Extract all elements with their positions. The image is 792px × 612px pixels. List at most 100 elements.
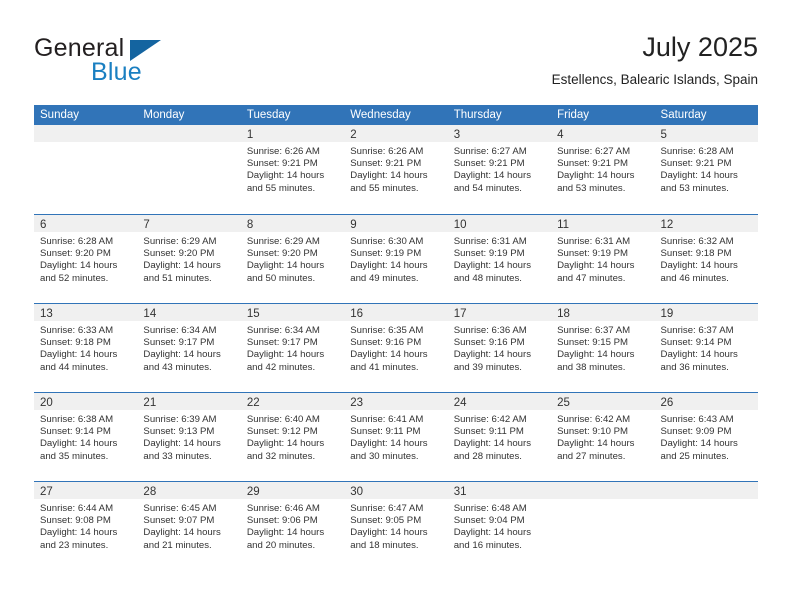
day-cell[interactable]: 3 Sunrise: 6:27 AM Sunset: 9:21 PM Daylight… (447, 125, 552, 214)
day-cell[interactable]: 18 Sunrise: 6:37 AM Sunset: 9:15 PM Dayligh… (551, 304, 655, 392)
daylight-text-line1: Daylight: 14 hours (143, 260, 221, 272)
day-number-band: 24 (447, 393, 552, 410)
sunrise-text: Sunrise: 6:43 AM (660, 414, 734, 425)
sunset-text: Sunset: 9:19 PM (557, 248, 629, 260)
day-number: 27 (40, 486, 53, 498)
day-cell[interactable]: 17 Sunrise: 6:36 AM Sunset: 9:16 PM Dayligh… (447, 304, 552, 392)
day-cell[interactable]: 26 Sunrise: 6:43 AM Sunset: 9:09 PM Dayligh… (654, 393, 758, 481)
sunset-text: Sunset: 9:20 PM (143, 248, 215, 260)
daylight-text-line2: and 42 minutes. (246, 361, 316, 373)
day-number-band: 16 (344, 304, 448, 321)
week-row: 13 Sunrise: 6:33 AM Sunset: 9:18 PM Dayligh… (34, 303, 758, 392)
day-cell[interactable]: 30 Sunrise: 6:47 AM Sunset: 9:05 PM Dayligh… (344, 482, 448, 570)
weekday-header-sunday: Sunday (40, 109, 80, 121)
day-details: Sunrise: 6:42 AM Sunset: 9:11 PM Daylight:… (448, 410, 551, 463)
day-cell[interactable]: 29 Sunrise: 6:46 AM Sunset: 9:06 PM Dayligh… (240, 482, 345, 570)
day-cell[interactable]: 20 Sunrise: 6:38 AM Sunset: 9:14 PM Dayligh… (34, 393, 138, 481)
day-number-band: 8 (240, 215, 345, 232)
daylight-text-line1: Daylight: 14 hours (453, 260, 532, 272)
day-details: Sunrise: 6:42 AM Sunset: 9:10 PM Daylight:… (551, 410, 654, 463)
day-cell[interactable]: 1 Sunrise: 6:26 AM Sunset: 9:21 PM Daylight… (240, 125, 345, 214)
day-number: 11 (557, 219, 570, 231)
daylight-text-line1: Daylight: 14 hours (246, 438, 325, 450)
day-number-band: 25 (551, 393, 655, 410)
day-cell[interactable]: 23 Sunrise: 6:41 AM Sunset: 9:11 PM Dayligh… (344, 393, 448, 481)
day-cell[interactable]: 9 Sunrise: 6:30 AM Sunset: 9:19 PM Daylight… (344, 215, 448, 303)
sunrise-text: Sunrise: 6:26 AM (246, 146, 320, 157)
day-number-band: 1 (240, 125, 345, 142)
day-cell[interactable]: 8 Sunrise: 6:29 AM Sunset: 9:20 PM Daylight… (240, 215, 345, 303)
day-details: Sunrise: 6:37 AM Sunset: 9:14 PM Daylight:… (655, 321, 758, 374)
day-number-band: 20 (34, 393, 138, 410)
sunset-text: Sunset: 9:18 PM (660, 248, 732, 260)
day-details: Sunrise: 6:29 AM Sunset: 9:20 PM Daylight:… (137, 232, 240, 285)
day-number: 28 (143, 486, 157, 498)
day-details: Sunrise: 6:26 AM Sunset: 9:21 PM Daylight:… (241, 142, 344, 195)
daylight-text-line2: and 44 minutes. (40, 361, 109, 373)
day-details: Sunrise: 6:28 AM Sunset: 9:21 PM Daylight:… (655, 142, 758, 195)
day-cell[interactable]: 5 Sunrise: 6:28 AM Sunset: 9:21 PM Daylight… (654, 125, 758, 214)
day-cell[interactable]: 19 Sunrise: 6:37 AM Sunset: 9:14 PM Dayligh… (654, 304, 758, 392)
day-details: Sunrise: 6:34 AM Sunset: 9:17 PM Daylight:… (241, 321, 344, 374)
day-number-band: 15 (240, 304, 345, 321)
sunset-text: Sunset: 9:16 PM (453, 337, 525, 349)
day-number-band: 14 (137, 304, 241, 321)
day-cell[interactable]: 13 Sunrise: 6:33 AM Sunset: 9:18 PM Dayligh… (34, 304, 138, 392)
day-number: 17 (453, 308, 467, 320)
daylight-text-line1: Daylight: 14 hours (350, 438, 428, 450)
day-cell[interactable]: 10 Sunrise: 6:31 AM Sunset: 9:19 PM Dayligh… (447, 215, 552, 303)
sunrise-text: Sunrise: 6:30 AM (350, 236, 424, 247)
day-cell[interactable]: 28 Sunrise: 6:45 AM Sunset: 9:07 PM Dayligh… (137, 482, 241, 570)
day-cell[interactable]: 2 Sunrise: 6:26 AM Sunset: 9:21 PM Daylight… (344, 125, 448, 214)
day-cell[interactable]: 4 Sunrise: 6:27 AM Sunset: 9:21 PM Daylight… (551, 125, 655, 214)
sunrise-text: Sunrise: 6:27 AM (453, 146, 527, 157)
day-cell[interactable]: 7 Sunrise: 6:29 AM Sunset: 9:20 PM Daylight… (137, 215, 241, 303)
day-details: Sunrise: 6:33 AM Sunset: 9:18 PM Daylight:… (34, 321, 137, 374)
day-details: Sunrise: 6:39 AM Sunset: 9:13 PM Daylight:… (137, 410, 240, 463)
daylight-text-line1: Daylight: 14 hours (660, 438, 738, 450)
day-number: 5 (660, 129, 667, 141)
sunrise-text: Sunrise: 6:36 AM (453, 325, 527, 336)
day-cell[interactable]: 25 Sunrise: 6:42 AM Sunset: 9:10 PM Dayligh… (551, 393, 655, 481)
day-cell[interactable]: 6 Sunrise: 6:28 AM Sunset: 9:20 PM Daylight… (34, 215, 138, 303)
day-number: 7 (143, 219, 150, 231)
daylight-text-line1: Daylight: 14 hours (350, 527, 428, 539)
day-number-band (34, 125, 138, 142)
sunset-text: Sunset: 9:14 PM (660, 337, 732, 349)
day-details: Sunrise: 6:40 AM Sunset: 9:12 PM Daylight:… (241, 410, 344, 463)
day-details: Sunrise: 6:28 AM Sunset: 9:20 PM Daylight:… (34, 232, 137, 285)
day-cell[interactable]: 16 Sunrise: 6:35 AM Sunset: 9:16 PM Dayligh… (344, 304, 448, 392)
day-number: 23 (350, 397, 364, 409)
daylight-text-line1: Daylight: 14 hours (453, 438, 532, 450)
day-number: 21 (143, 397, 157, 409)
daylight-text-line1: Daylight: 14 hours (40, 438, 118, 450)
day-cell[interactable]: 21 Sunrise: 6:39 AM Sunset: 9:13 PM Dayligh… (137, 393, 241, 481)
daylight-text-line1: Daylight: 14 hours (557, 349, 635, 361)
day-cell[interactable]: 11 Sunrise: 6:31 AM Sunset: 9:19 PM Dayligh… (551, 215, 655, 303)
sunset-text: Sunset: 9:05 PM (350, 515, 422, 527)
daylight-text-line1: Daylight: 14 hours (453, 527, 532, 539)
sunset-text: Sunset: 9:11 PM (453, 426, 524, 438)
day-cell[interactable]: 27 Sunrise: 6:44 AM Sunset: 9:08 PM Dayligh… (34, 482, 138, 570)
day-details: Sunrise: 6:36 AM Sunset: 9:16 PM Daylight:… (448, 321, 551, 374)
day-cell[interactable]: 12 Sunrise: 6:32 AM Sunset: 9:18 PM Dayligh… (654, 215, 758, 303)
weekday-header-tuesday: Tuesday (246, 109, 291, 121)
day-cell[interactable]: 24 Sunrise: 6:42 AM Sunset: 9:11 PM Dayligh… (447, 393, 552, 481)
day-number: 3 (453, 129, 461, 141)
day-cell[interactable]: 31 Sunrise: 6:48 AM Sunset: 9:04 PM Dayligh… (447, 482, 552, 570)
day-cell[interactable]: 22 Sunrise: 6:40 AM Sunset: 9:12 PM Dayligh… (240, 393, 345, 481)
day-details: Sunrise: 6:26 AM Sunset: 9:21 PM Daylight:… (344, 142, 447, 195)
sunset-text: Sunset: 9:19 PM (453, 248, 525, 260)
general-blue-logo[interactable]: General Blue (34, 34, 264, 90)
day-number-band: 11 (551, 215, 655, 232)
day-number-band: 23 (344, 393, 448, 410)
day-details: Sunrise: 6:27 AM Sunset: 9:21 PM Daylight:… (551, 142, 654, 195)
sunrise-text: Sunrise: 6:42 AM (453, 414, 527, 425)
day-number-band: 21 (137, 393, 241, 410)
daylight-text-line1: Daylight: 14 hours (40, 527, 118, 539)
daylight-text-line2: and 41 minutes. (350, 361, 419, 373)
sunrise-text: Sunrise: 6:33 AM (40, 325, 114, 336)
daylight-text-line2: and 38 minutes. (557, 361, 626, 373)
day-cell[interactable]: 15 Sunrise: 6:34 AM Sunset: 9:17 PM Dayligh… (240, 304, 345, 392)
day-cell[interactable]: 14 Sunrise: 6:34 AM Sunset: 9:17 PM Dayligh… (137, 304, 241, 392)
